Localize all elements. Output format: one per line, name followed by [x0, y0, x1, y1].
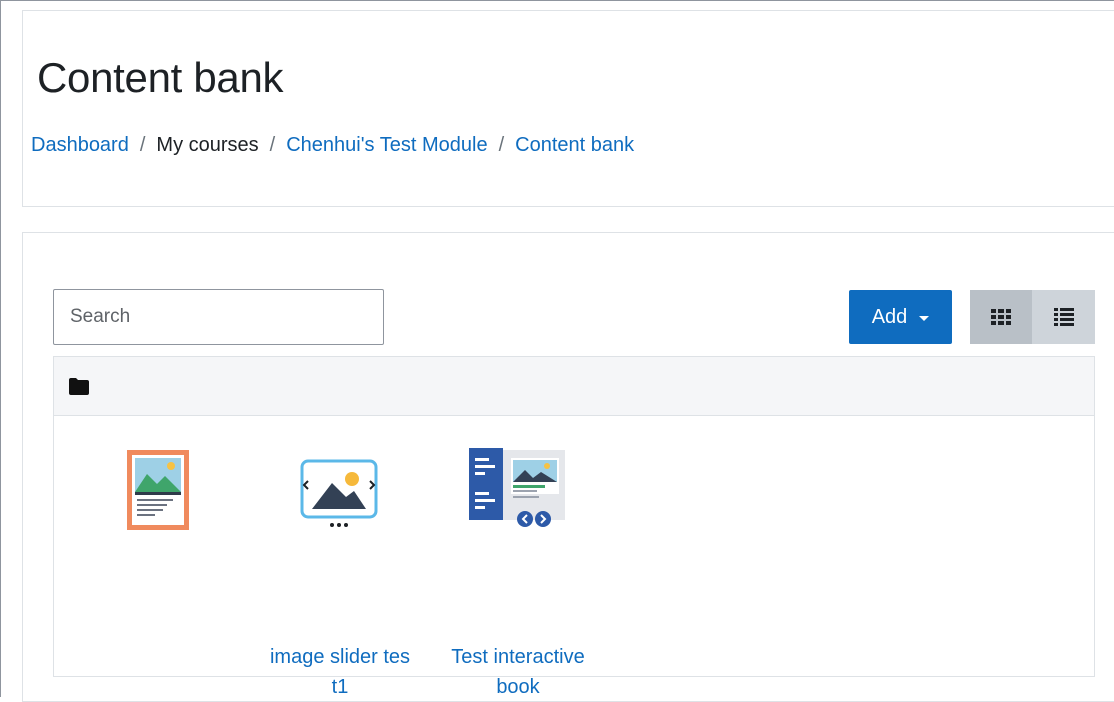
page-header [22, 10, 1114, 207]
caret-down-icon [919, 315, 930, 321]
add-button[interactable]: Add [849, 290, 952, 344]
grid-icon [991, 309, 1011, 325]
breadcrumb-dashboard[interactable]: Dashboard [31, 134, 129, 157]
breadcrumb-course[interactable]: Chenhui's Test Module [286, 134, 487, 157]
breadcrumb-my-courses: My courses [156, 134, 259, 156]
file-name[interactable]: image slider tes t1 [255, 642, 425, 702]
grid-view-button[interactable] [970, 290, 1032, 344]
breadcrumb: Dashboard / My courses / Chenhui's Test … [31, 134, 634, 157]
breadcrumb-separator: / [498, 134, 505, 156]
content-item[interactable]: Test interactive book [433, 447, 603, 698]
window-frame-left [0, 0, 1, 697]
content-item[interactable]: image slider tes t1 [255, 447, 425, 698]
image-slider-icon [300, 459, 378, 527]
breadcrumb-separator: / [139, 134, 146, 156]
list-view-button[interactable] [1032, 290, 1095, 344]
window-frame-top [0, 0, 1114, 1]
folder-bar [54, 357, 1094, 416]
view-toggle [970, 290, 1095, 344]
add-button-label: Add [871, 305, 908, 328]
breadcrumb-separator: / [269, 134, 276, 156]
list-icon [1053, 308, 1074, 326]
breadcrumb-content-bank[interactable]: Content bank [515, 134, 634, 157]
content-item[interactable] [73, 447, 243, 677]
interactive-book-icon [469, 448, 565, 527]
image-hotspots-icon [127, 450, 189, 530]
page-title: Content bank [37, 54, 284, 101]
folder-icon[interactable] [68, 378, 90, 395]
file-name[interactable]: Test interactive book [433, 642, 603, 702]
search-input[interactable] [53, 289, 384, 345]
